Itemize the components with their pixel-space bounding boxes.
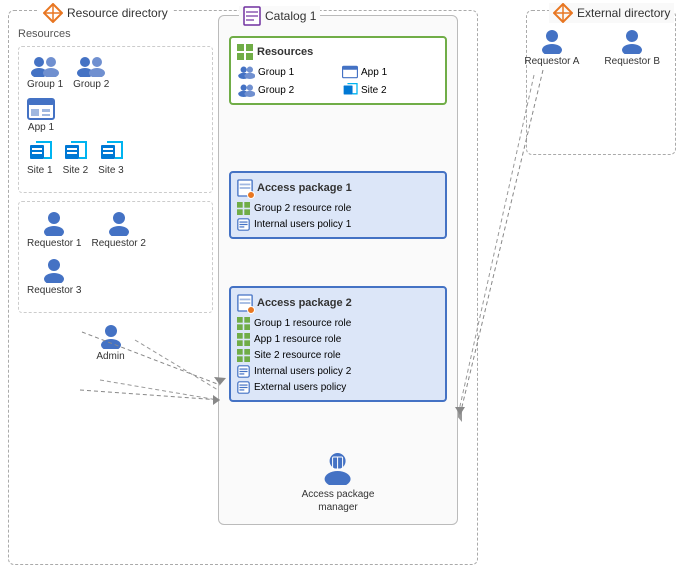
- requestor1-item: Requestor 1: [27, 210, 81, 249]
- requestor1-icon: [43, 210, 65, 236]
- cat-site2-icon: [342, 83, 358, 97]
- catalog-resources-title: Resources: [257, 46, 313, 58]
- group1-item: Group 1: [27, 55, 63, 90]
- ap2-doc-icon-wrap: [237, 294, 253, 312]
- ap2-item-4-label: External users policy: [254, 382, 346, 393]
- ap2-grid1-icon: [237, 317, 250, 330]
- admin-icon: [100, 323, 122, 349]
- catalog-resources-header: Resources: [237, 44, 439, 60]
- ap2-label: Access package 2: [257, 297, 352, 309]
- requestor-a-icon: [541, 28, 563, 54]
- ap2-item-4: External users policy: [237, 381, 439, 394]
- requestor-a-item: Requestor A: [524, 28, 579, 67]
- groups-row: Group 1 Group 2: [27, 55, 204, 90]
- resources-title: Resources: [18, 28, 213, 40]
- requestor-b-icon: [621, 28, 643, 54]
- ap1-policy-icon: [237, 218, 250, 231]
- app1-item: App 1: [27, 98, 55, 133]
- group2-item: Group 2: [73, 55, 109, 90]
- admin-item: Admin: [18, 323, 203, 362]
- requestor3-icon: [43, 257, 65, 283]
- group1-icon: [29, 55, 61, 77]
- site1-icon: [28, 141, 52, 163]
- main-container: Resource directory External directory Re…: [0, 0, 684, 581]
- requestors-row1: Requestor 1 Requestor 2: [27, 210, 204, 249]
- ap1-header: Access package 1: [237, 179, 439, 197]
- ap1-item-1-label: Internal users policy 1: [254, 219, 351, 230]
- access-package-manager: Access package manager: [302, 451, 375, 514]
- resources-panel: Resources Group 1: [18, 28, 213, 362]
- manager-icon: [323, 451, 353, 485]
- app-row: App 1: [27, 98, 204, 133]
- requestors-box: Requestor 1 Requestor 2 Requestor: [18, 201, 213, 313]
- ap2-item-3: Internal users policy 2: [237, 365, 439, 378]
- ap2-grid3-icon: [237, 349, 250, 362]
- ap1-item-1: Internal users policy 1: [237, 218, 439, 231]
- ap2-item-2-label: Site 2 resource role: [254, 350, 341, 361]
- ap2-header: Access package 2: [237, 294, 439, 312]
- ap1-item-0: Group 2 resource role: [237, 202, 439, 215]
- ap1-label: Access package 1: [257, 182, 352, 194]
- ap2-medal: [247, 306, 255, 314]
- requestor2-item: Requestor 2: [91, 210, 145, 249]
- app1-icon: [27, 98, 55, 120]
- ap1-item-0-label: Group 2 resource role: [254, 203, 351, 214]
- access-package-1-box: Access package 1 Group 2 resource role: [229, 171, 447, 239]
- catalog-doc-icon: [243, 6, 261, 26]
- ap2-item-0: Group 1 resource role: [237, 317, 439, 330]
- ap2-item-1: App 1 resource role: [237, 333, 439, 346]
- resources-group-box: Group 1 Group 2: [18, 46, 213, 193]
- catalog-resources-icon: [237, 44, 253, 60]
- ap2-grid2-icon: [237, 333, 250, 346]
- ap2-policy2-icon: [237, 381, 250, 394]
- requestor3-item: Requestor 3: [27, 257, 81, 296]
- admin-section: Admin: [18, 323, 213, 362]
- site3-item: Site 3: [98, 141, 124, 176]
- ap2-item-0-label: Group 1 resource role: [254, 318, 351, 329]
- resource-dir-icon: [43, 3, 63, 23]
- sites-row: Site 1 Site 2: [27, 141, 204, 176]
- ap2-item-2: Site 2 resource role: [237, 349, 439, 362]
- external-dir-icon: [553, 3, 573, 23]
- manager-label: Access package manager: [302, 488, 375, 514]
- cat-group1: Group 1: [237, 65, 334, 79]
- cat-app1-icon: [342, 65, 358, 79]
- requestor2-icon: [108, 210, 130, 236]
- cat-group2: Group 2: [237, 83, 334, 97]
- catalog-resources-box: Resources Group 1: [229, 36, 447, 105]
- catalog-resources-grid: Group 1 App 1: [237, 65, 439, 97]
- site3-icon: [99, 141, 123, 163]
- ap1-grid-icon: [237, 202, 250, 215]
- group2-icon: [75, 55, 107, 77]
- catalog-label: Catalog 1: [239, 6, 320, 26]
- site1-item: Site 1: [27, 141, 53, 176]
- site2-icon: [63, 141, 87, 163]
- ap1-doc-icon-wrap: [237, 179, 253, 197]
- catalog-box: Catalog 1 Resources: [218, 15, 458, 525]
- cat-app1: App 1: [342, 65, 439, 79]
- ap2-item-3-label: Internal users policy 2: [254, 366, 351, 377]
- external-requestors: Requestor A Requestor B: [524, 28, 670, 67]
- site2-item: Site 2: [63, 141, 89, 176]
- access-package-2-box: Access package 2 Group 1 resource role: [229, 286, 447, 402]
- cat-group1-icon: [237, 65, 255, 79]
- ap2-item-1-label: App 1 resource role: [254, 334, 341, 345]
- requestors-row2: Requestor 3: [27, 257, 204, 296]
- cat-site2: Site 2: [342, 83, 439, 97]
- requestor-b-item: Requestor B: [604, 28, 660, 67]
- ap2-policy1-icon: [237, 365, 250, 378]
- ap1-medal: [247, 191, 255, 199]
- resource-directory-label: Resource directory: [39, 3, 172, 23]
- cat-group2-icon: [237, 83, 255, 97]
- external-directory-label: External directory: [549, 3, 674, 23]
